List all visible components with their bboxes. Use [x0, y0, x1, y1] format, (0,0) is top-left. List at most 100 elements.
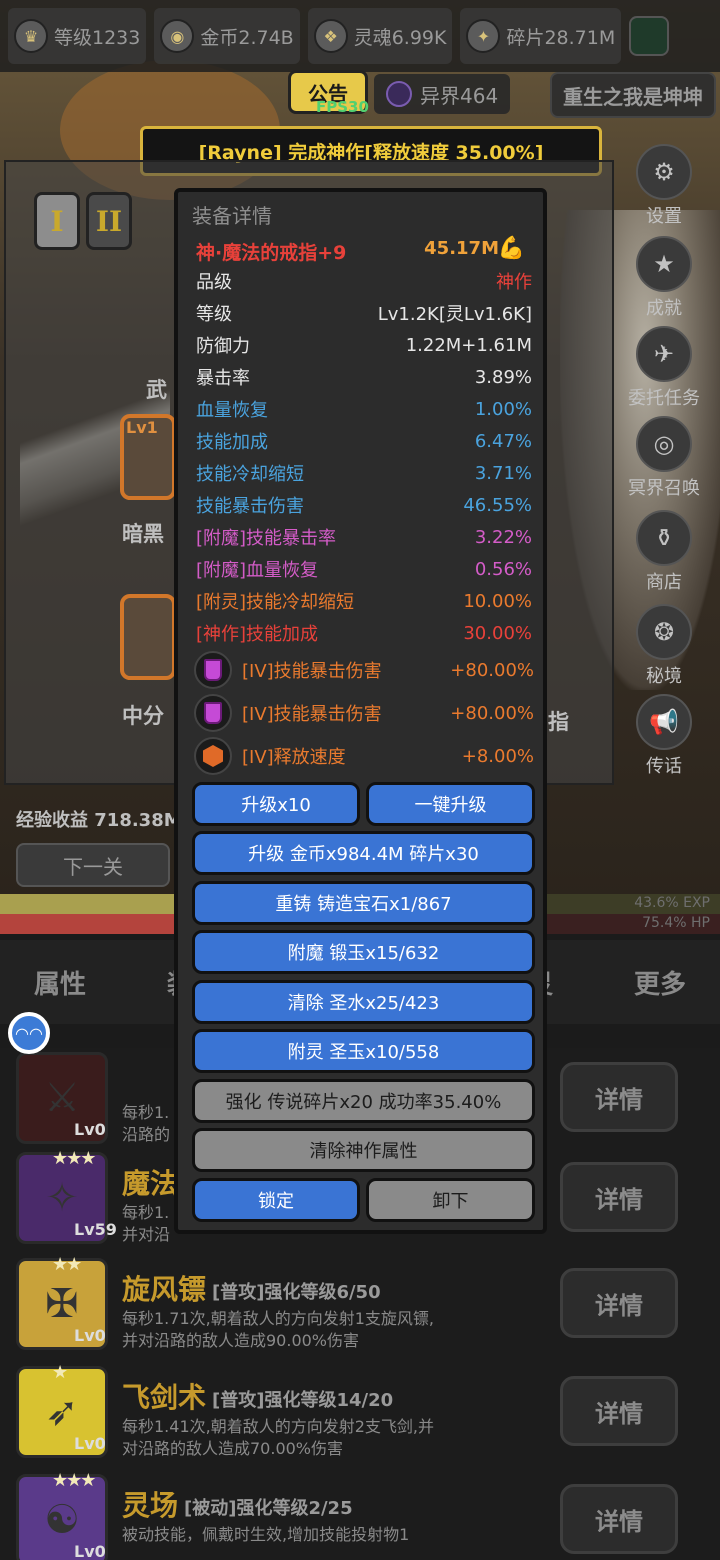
task-icon: ✈	[636, 326, 692, 382]
soul-icon: ❖	[313, 19, 348, 53]
dialog-title: 装备详情	[192, 204, 272, 228]
extra-menu-icon[interactable]	[629, 16, 670, 56]
menu-message[interactable]: 📢 传话	[614, 694, 714, 778]
shard-icon: ✦	[466, 19, 501, 53]
skill-description: 被动技能，佩戴时生效,增加技能投射物1	[122, 1524, 502, 1546]
soul-value: 灵魂6.99K	[353, 26, 447, 49]
stat-value: 46.55%	[463, 494, 532, 516]
unequip-button[interactable]: 卸下	[366, 1178, 535, 1222]
skill-row: ✠ ★★ Lv0 旋风镖 [普攻]强化等级6/50 每秒1.71次,朝着敌人的方…	[0, 1254, 720, 1362]
stat-row: 技能冷却缩短 3.71%	[196, 458, 532, 488]
equipment-slot-2[interactable]	[120, 594, 176, 680]
spirit-attach-button[interactable]: 附灵 圣玉x10/558	[192, 1029, 535, 1073]
skill-desc-line-1: 被动技能，佩戴时生效,增加技能投射物1	[122, 1525, 410, 1544]
tab-more[interactable]: 更多	[600, 964, 720, 1001]
gold-resource: ◉ 金币2.74B	[154, 8, 300, 64]
skill-stars: ★	[52, 1362, 68, 1383]
settings-icon: ⚙	[636, 144, 692, 200]
skill-detail-button[interactable]: 详情	[560, 1376, 678, 1446]
item-name: 神·魔法的戒指+9	[196, 242, 347, 264]
flexed-arm-icon: 💪	[497, 236, 525, 261]
skill-tag: [普攻]强化等级14/20	[212, 1390, 394, 1411]
equipment-detail-dialog: 装备详情 神·魔法的戒指+9 45.17M 💪 品级 神作 等级 Lv1.2K[…	[174, 188, 547, 1234]
skill-detail-button[interactable]: 详情	[560, 1162, 678, 1232]
skill-row: ☯ ★★★ Lv0 灵场 [被动]强化等级2/25 被动技能，佩戴时生效,增加技…	[0, 1470, 720, 1560]
stat-row: 技能暴击伤害 46.55%	[196, 490, 532, 520]
skill-detail-button[interactable]: 详情	[560, 1484, 678, 1554]
stat-key: [附魔]血量恢复	[196, 560, 319, 581]
enchant-button[interactable]: 附魔 锻玉x15/632	[192, 930, 535, 974]
skill-level: Lv0	[74, 1120, 106, 1139]
skill-stars: ★★★	[52, 1148, 96, 1169]
stat-row: 等级 Lv1.2K[灵Lv1.6K]	[196, 298, 532, 328]
stat-value: 1.00%	[474, 398, 532, 420]
stat-value: 0.56%	[474, 558, 532, 580]
purge-button[interactable]: 清除 圣水x25/423	[192, 980, 535, 1024]
gold-value: 金币2.74B	[200, 26, 294, 49]
otherworld-label: 异界464	[420, 83, 499, 108]
slot1-level: Lv1	[126, 418, 158, 437]
next-level-button[interactable]: 下一关	[16, 843, 170, 887]
skill-name: 旋风镖	[122, 1273, 207, 1306]
strengthen-button[interactable]: 强化 传说碎片x20 成功率35.40%	[192, 1079, 535, 1123]
skill-level: Lv0	[74, 1434, 106, 1453]
one-click-upgrade-button[interactable]: 一键升级	[366, 782, 535, 826]
tab-page-2[interactable]: II	[86, 192, 132, 250]
purple-gem-icon[interactable]	[194, 651, 232, 689]
upgrade-x10-button[interactable]: 升级x10	[192, 782, 360, 826]
skill-level: Lv59	[74, 1220, 117, 1239]
skill-detail-button[interactable]: 详情	[560, 1268, 678, 1338]
stat-key: 技能暴击伤害	[196, 496, 304, 517]
menu-tasks-label: 委托任务	[628, 388, 700, 409]
stat-row: [神作]技能加成 30.00%	[196, 618, 532, 648]
skill-name: 魔法	[122, 1167, 179, 1200]
exp-bar-label: 43.6% EXP	[634, 895, 710, 911]
menu-summon[interactable]: ◎ 冥界召唤	[614, 416, 714, 500]
orange-gem-icon[interactable]	[194, 737, 232, 775]
hp-bar-label: 75.4% HP	[642, 915, 710, 931]
skill-detail-button[interactable]: 详情	[560, 1062, 678, 1132]
recast-button[interactable]: 重铸 铸造宝石x1/867	[192, 881, 535, 925]
stat-value: Lv1.2K[灵Lv1.6K]	[377, 304, 532, 325]
trophy-icon: ★	[636, 236, 692, 292]
fps-counter: FPS30	[316, 98, 369, 116]
menu-achievement-label: 成就	[646, 298, 682, 319]
upgrade-button[interactable]: 升级 金币x984.4M 碎片x30	[192, 831, 535, 875]
menu-message-label: 传话	[646, 756, 682, 777]
skill-description: 每秒1.41次,朝着敌人的方向发射2支飞剑,并 对沿路的敌人造成70.00%伤害	[122, 1416, 502, 1460]
assistant-bubble-icon[interactable]: ◠◠	[8, 1012, 50, 1054]
summon-icon: ◎	[636, 416, 692, 472]
menu-achievement[interactable]: ★ 成就	[614, 236, 714, 320]
stat-value: 10.00%	[463, 590, 532, 612]
stat-row: 血量恢复 1.00%	[196, 394, 532, 424]
resource-bar: ♛ 等级1233 ◉ 金币2.74B ❖ 灵魂6.99K ✦ 碎片28.71M	[0, 0, 720, 72]
menu-tasks[interactable]: ✈ 委托任务	[614, 326, 714, 410]
rebirth-button[interactable]: 重生之我是坤坤	[550, 72, 716, 118]
menu-summon-label: 冥界召唤	[628, 478, 700, 499]
skill-row: ➶ ★ Lv0 飞剑术 [普攻]强化等级14/20 每秒1.41次,朝着敌人的方…	[0, 1362, 720, 1470]
soul-resource: ❖ 灵魂6.99K	[307, 8, 453, 64]
skill-stars: ★★★	[52, 1470, 96, 1491]
menu-settings[interactable]: ⚙ 设置	[614, 144, 714, 228]
clear-divine-button[interactable]: 清除神作属性	[192, 1128, 535, 1172]
menu-shop[interactable]: ⚱ 商店	[614, 510, 714, 594]
gem-value: +80.00%	[450, 659, 534, 681]
lock-button[interactable]: 锁定	[192, 1178, 360, 1222]
tab-page-1[interactable]: I	[34, 192, 80, 250]
stat-value: 1.22M+1.61M	[405, 334, 532, 356]
otherworld-button[interactable]: 异界464	[374, 74, 511, 114]
gem-effect: [IV]释放速度	[242, 747, 346, 768]
stat-key: 等级	[196, 304, 232, 325]
exp-income: 经验收益 718.38M	[16, 810, 182, 831]
tab-attributes[interactable]: 属性	[0, 964, 120, 1001]
gem-socket-row: [IV]技能暴击伤害 +80.00%	[194, 693, 534, 733]
stat-key: [附灵]技能冷却缩短	[196, 592, 355, 613]
shard-value: 碎片28.71M	[506, 26, 616, 49]
menu-secret-realm[interactable]: ❂ 秘境	[614, 604, 714, 688]
skill-desc-line-1: 每秒1.41次,朝着敌人的方向发射2支飞剑,并	[122, 1417, 434, 1436]
stat-value: 6.47%	[474, 430, 532, 452]
secondary-bar: 公告 FPS30 异界464 重生之我是坤坤	[0, 70, 720, 122]
skill-desc-line-2: 对沿路的敌人造成70.00%伤害	[122, 1439, 344, 1458]
weapon-label: 武	[146, 378, 167, 402]
purple-gem-icon[interactable]	[194, 694, 232, 732]
